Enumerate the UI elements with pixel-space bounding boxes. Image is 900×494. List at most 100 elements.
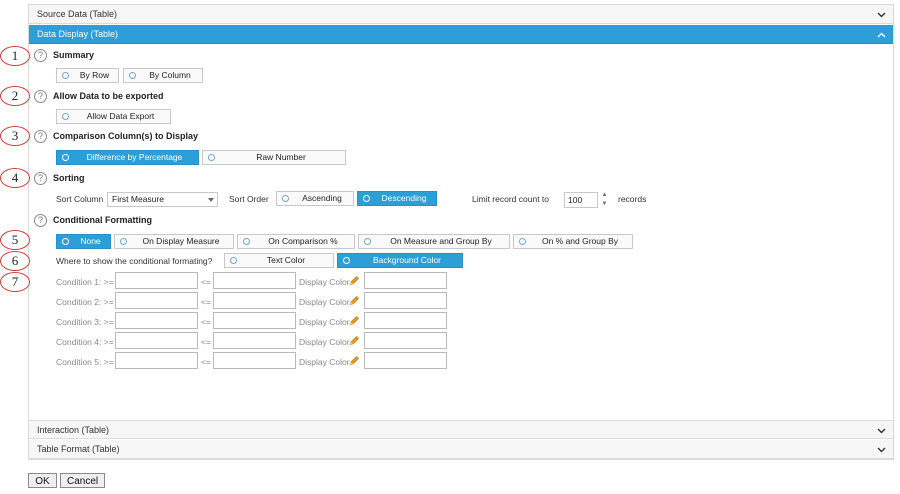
condition-color-input[interactable] (364, 292, 447, 309)
spinner-up-icon[interactable]: ▲ (601, 192, 608, 198)
help-icon[interactable]: ? (34, 172, 47, 185)
condition-max-input[interactable] (213, 292, 296, 309)
chevron-up-icon[interactable] (875, 25, 887, 44)
sort-descending-label: Descending (381, 193, 427, 203)
allow-data-export-label: Allow Data Export (86, 111, 155, 121)
radio-dot-icon (243, 238, 250, 245)
condition-max-input[interactable] (213, 352, 296, 369)
sort-column-select[interactable]: First Measure (107, 192, 218, 207)
accordion-data-display-label: Data Display (Table) (37, 29, 119, 39)
condition-min-input[interactable] (115, 352, 198, 369)
radio-dot-icon (230, 257, 237, 264)
condition-max-input[interactable] (213, 332, 296, 349)
callout-marker-3: 3 (0, 126, 30, 146)
sort-column-value: First Measure (112, 194, 164, 204)
cf-text-color-radio[interactable]: Text Color (224, 253, 334, 268)
radio-dot-icon (282, 195, 289, 202)
condition-max-input[interactable] (213, 312, 296, 329)
pencil-icon[interactable] (348, 335, 360, 347)
radio-dot-icon (62, 72, 69, 79)
cf-text-color-label: Text Color (266, 255, 306, 265)
ok-button[interactable]: OK (28, 473, 57, 488)
accordion-data-display[interactable]: Data Display (Table) (29, 25, 893, 44)
condition-label: Condition 1: >= (56, 277, 114, 287)
radio-dot-icon (62, 238, 69, 245)
comparison-difference-percentage-radio[interactable]: Difference by Percentage (56, 150, 199, 165)
cf-percent-group-radio[interactable]: On % and Group By (513, 234, 633, 249)
radio-dot-icon (208, 154, 215, 161)
chevron-down-icon[interactable] (875, 5, 887, 24)
condition-lte-label: <= (201, 337, 211, 347)
display-color-label: Display Color (299, 337, 350, 347)
comparison-raw-number-label: Raw Number (256, 152, 306, 162)
chevron-down-icon[interactable] (875, 440, 887, 459)
accordion-table-format-label: Table Format (Table) (37, 444, 120, 454)
pencil-icon[interactable] (348, 355, 360, 367)
summary-title: Summary (53, 50, 95, 60)
condition-lte-label: <= (201, 317, 211, 327)
accordion-interaction-label: Interaction (Table) (37, 425, 110, 435)
condition-label: Condition 4: >= (56, 337, 114, 347)
cf-display-measure-label: On Display Measure (142, 236, 220, 246)
pencil-icon[interactable] (348, 295, 360, 307)
callout-marker-1: 1 (0, 46, 30, 66)
sort-ascending-label: Ascending (302, 193, 342, 203)
sort-column-label: Sort Column (56, 194, 104, 204)
condition-min-input[interactable] (115, 332, 198, 349)
cf-background-color-radio[interactable]: Background Color (337, 253, 463, 268)
radio-dot-icon (62, 154, 69, 161)
chevron-down-icon[interactable] (875, 421, 887, 440)
summary-by-row-radio[interactable]: By Row (56, 68, 119, 83)
help-icon[interactable]: ? (34, 49, 47, 62)
comparison-raw-number-radio[interactable]: Raw Number (202, 150, 346, 165)
limit-record-label: Limit record count to (472, 194, 550, 204)
condition-color-input[interactable] (364, 352, 447, 369)
cf-none-radio[interactable]: None (56, 234, 111, 249)
comparison-difference-percentage-label: Difference by Percentage (86, 152, 183, 162)
limit-record-input[interactable]: 100 (564, 192, 598, 208)
accordion-source-data[interactable]: Source Data (Table) (29, 5, 893, 24)
spinner-down-icon[interactable]: ▼ (601, 201, 608, 207)
help-icon[interactable]: ? (34, 90, 47, 103)
radio-dot-icon (519, 238, 526, 245)
display-color-label: Display Color (299, 317, 350, 327)
accordion-source-data-label: Source Data (Table) (37, 9, 118, 19)
cancel-button[interactable]: Cancel (60, 473, 105, 488)
condition-color-input[interactable] (364, 272, 447, 289)
caret-down-icon (208, 198, 214, 202)
conditional-title: Conditional Formatting (53, 215, 152, 225)
where-show-label: Where to show the conditional formating? (56, 256, 213, 266)
summary-by-column-label: By Column (149, 70, 191, 80)
records-label: records (618, 194, 647, 204)
cf-percent-group-label: On % and Group By (541, 236, 619, 246)
export-title: Allow Data to be exported (53, 91, 164, 101)
condition-max-input[interactable] (213, 272, 296, 289)
condition-color-input[interactable] (364, 312, 447, 329)
condition-lte-label: <= (201, 277, 211, 287)
display-color-label: Display Color (299, 357, 350, 367)
pencil-icon[interactable] (348, 315, 360, 327)
help-icon[interactable]: ? (34, 130, 47, 143)
summary-by-row-label: By Row (79, 70, 110, 80)
summary-by-column-radio[interactable]: By Column (123, 68, 203, 83)
sort-order-label: Sort Order (229, 194, 269, 204)
condition-color-input[interactable] (364, 332, 447, 349)
sort-descending-radio[interactable]: Descending (357, 191, 437, 206)
accordion-table-format[interactable]: Table Format (Table) (29, 440, 893, 459)
pencil-icon[interactable] (348, 275, 360, 287)
condition-min-input[interactable] (115, 292, 198, 309)
cf-display-measure-radio[interactable]: On Display Measure (114, 234, 234, 249)
cf-measure-group-label: On Measure and Group By (390, 236, 492, 246)
cf-measure-group-radio[interactable]: On Measure and Group By (358, 234, 510, 249)
comparison-title: Comparison Column(s) to Display (53, 131, 199, 141)
condition-min-input[interactable] (115, 272, 198, 289)
radio-dot-icon (129, 72, 136, 79)
allow-data-export-radio[interactable]: Allow Data Export (56, 109, 171, 124)
limit-record-value: 100 (568, 195, 583, 205)
cf-comparison-radio[interactable]: On Comparison % (237, 234, 355, 249)
accordion-interaction[interactable]: Interaction (Table) (29, 420, 893, 439)
sort-ascending-radio[interactable]: Ascending (276, 191, 354, 206)
help-icon[interactable]: ? (34, 214, 47, 227)
condition-min-input[interactable] (115, 312, 198, 329)
cf-background-color-label: Background Color (372, 255, 442, 265)
